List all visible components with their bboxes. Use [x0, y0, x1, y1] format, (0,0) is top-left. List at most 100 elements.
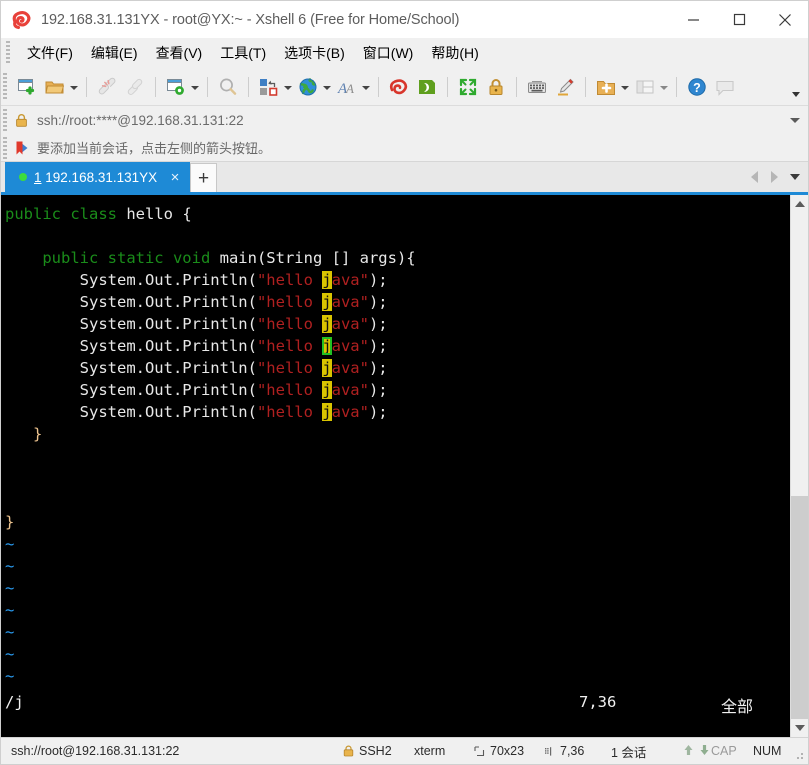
address-dropdown-icon[interactable] — [790, 117, 800, 123]
terminal-text: System.Out.Println( — [5, 403, 257, 421]
tab-bar: 1 192.168.31.131YX × + — [1, 162, 808, 192]
terminal-line: System.Out.Println("hello java"); — [5, 379, 790, 401]
keyboard-button[interactable] — [523, 73, 551, 101]
layout-button — [631, 73, 659, 101]
menu-tabs[interactable]: 选项卡(B) — [275, 40, 354, 66]
search-match: j — [322, 381, 332, 399]
search-match: j — [322, 271, 332, 289]
maximize-button[interactable] — [716, 1, 762, 38]
terminal-area: public class hello { public static void … — [1, 192, 808, 737]
address-bar[interactable]: ssh://root:****@192.168.31.131:22 — [1, 106, 808, 134]
terminal-line: System.Out.Println("hello java"); — [5, 269, 790, 291]
terminal-text: ~ — [5, 535, 15, 553]
disconnect-icon — [98, 77, 116, 94]
terminal-text: ~ — [5, 557, 15, 575]
status-cursor: 7,36 — [544, 744, 584, 758]
terminal-text: hello { — [126, 205, 192, 223]
terminal-screen[interactable]: public class hello { public static void … — [1, 195, 790, 737]
new-session-button[interactable] — [13, 73, 41, 101]
status-bar: ssh://root@192.168.31.131:22 SSH2 xterm … — [1, 737, 808, 764]
bookmark-arrow-icon — [15, 140, 30, 156]
menu-file[interactable]: 文件(F) — [18, 40, 82, 66]
address-gripper[interactable] — [3, 109, 7, 131]
terminal-line: ~ — [5, 577, 790, 599]
terminal-text: ); — [368, 271, 388, 289]
highlight-button[interactable] — [551, 73, 579, 101]
file-transfer-dropdown[interactable] — [282, 75, 293, 99]
terminal-scrollbar[interactable] — [790, 195, 808, 737]
menu-edit[interactable]: 编辑(E) — [82, 40, 147, 66]
terminal-text: ava" — [331, 359, 369, 377]
session-properties-button[interactable] — [162, 73, 190, 101]
terminal-text: "hello — [256, 315, 323, 333]
toolbar-separator — [207, 76, 208, 97]
resize-grip-icon[interactable] — [793, 749, 805, 761]
terminal-text: ava" — [331, 271, 369, 289]
new-folder-dropdown[interactable] — [619, 75, 630, 99]
tab-session-1[interactable]: 1 192.168.31.131YX × — [5, 162, 190, 192]
file-transfer-button[interactable] — [255, 73, 283, 101]
search-icon — [220, 78, 237, 95]
menu-gripper[interactable] — [6, 41, 10, 65]
toolbar-gripper[interactable] — [3, 73, 7, 99]
hint-gripper[interactable] — [3, 137, 7, 159]
address-input[interactable]: ssh://root:****@192.168.31.131:22 — [37, 113, 790, 128]
menu-view[interactable]: 查看(V) — [147, 40, 212, 66]
status-protocol: SSH2 — [343, 744, 392, 758]
lock-session-button[interactable] — [482, 73, 510, 101]
scrollbar-track[interactable] — [791, 213, 808, 719]
menu-tools[interactable]: 工具(T) — [211, 40, 275, 66]
layout-icon — [636, 80, 654, 93]
tab-index: 1 — [34, 169, 42, 185]
status-caps-lock: CAP — [711, 744, 737, 758]
comment-icon — [716, 80, 734, 96]
toolbar-overflow-button[interactable] — [792, 68, 804, 106]
xshell-logo-icon — [11, 9, 32, 30]
vim-status-line: /j 7,36 全部 — [1, 693, 808, 737]
find-button[interactable] — [214, 73, 242, 101]
scrollbar-thumb[interactable] — [791, 496, 808, 719]
status-screen-size-label: 70x23 — [490, 744, 525, 758]
web-dropdown[interactable] — [321, 75, 332, 99]
vim-scroll-state: 全部 — [721, 699, 754, 716]
open-session-dropdown[interactable] — [68, 75, 79, 99]
terminal-line: ~ — [5, 555, 790, 577]
layout-dropdown[interactable] — [658, 75, 669, 99]
arrow-down-icon — [699, 744, 710, 759]
font-button[interactable]: A A — [333, 73, 361, 101]
close-button[interactable] — [762, 1, 808, 38]
terminal-text: "hello — [256, 359, 323, 377]
fullscreen-button[interactable] — [454, 73, 482, 101]
xshell-tool-button[interactable] — [385, 73, 413, 101]
terminal-text: public class — [5, 205, 127, 223]
menu-window[interactable]: 窗口(W) — [354, 40, 423, 66]
search-match: j — [322, 359, 332, 377]
terminal-line: ~ — [5, 599, 790, 621]
new-folder-button[interactable] — [592, 73, 620, 101]
tab-close-icon[interactable]: × — [166, 168, 184, 186]
open-session-button[interactable] — [41, 73, 69, 101]
vim-cursor-position: 7,36 — [579, 693, 617, 711]
scrollbar-up-icon[interactable] — [791, 195, 808, 213]
tab-scroll-left-icon[interactable] — [744, 171, 764, 183]
tab-list-icon[interactable] — [784, 174, 806, 180]
font-dropdown[interactable] — [360, 75, 371, 99]
terminal-line: System.Out.Println("hello java"); — [5, 401, 790, 423]
session-properties-dropdown[interactable] — [189, 75, 200, 99]
comment-button — [711, 73, 739, 101]
minimize-button[interactable] — [670, 1, 716, 38]
help-button[interactable]: ? — [683, 73, 711, 101]
terminal-text: "hello — [256, 271, 323, 289]
tab-scroll-right-icon[interactable] — [764, 171, 784, 183]
terminal-line: System.Out.Println("hello java"); — [5, 291, 790, 313]
window-controls — [670, 1, 808, 38]
menu-help[interactable]: 帮助(H) — [422, 40, 487, 66]
new-tab-button[interactable]: + — [190, 163, 217, 192]
web-button[interactable] — [294, 73, 322, 101]
toolbar-separator — [86, 76, 87, 97]
terminal-text: main(String [] args){ — [219, 249, 416, 267]
terminal-text: } — [5, 513, 15, 531]
xftp-button[interactable] — [413, 73, 441, 101]
